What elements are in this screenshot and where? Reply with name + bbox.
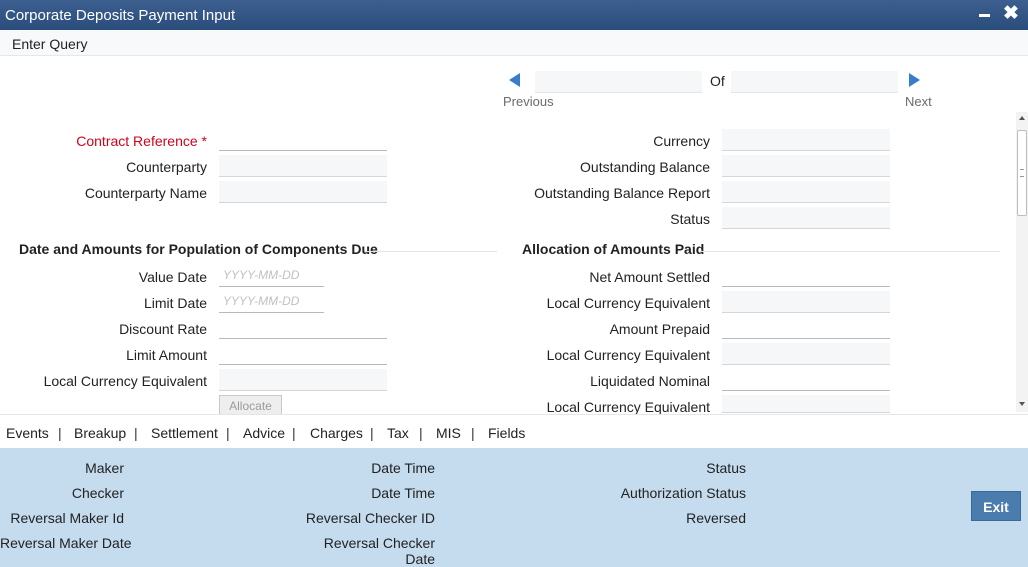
value-date-input[interactable]: YYYY-MM-DD (219, 265, 324, 287)
outstanding-balance-field (722, 155, 890, 177)
limit-amount-input[interactable] (219, 343, 387, 365)
allocation-section-title: Allocation of Amounts Paid (522, 241, 705, 257)
exit-button[interactable]: Exit (971, 491, 1021, 521)
window-titlebar: Corporate Deposits Payment Input ✖ (0, 0, 1028, 30)
counterparty-field (219, 155, 387, 177)
minimize-icon[interactable] (979, 14, 990, 17)
right-arrow-icon[interactable] (909, 73, 920, 87)
net-amount-settled-label: Net Amount Settled (589, 269, 710, 285)
tab-events[interactable]: Events (6, 425, 49, 441)
tab-advice[interactable]: Advice (243, 425, 285, 441)
next-button[interactable]: Next (905, 94, 932, 109)
amount-prepaid-input[interactable] (722, 317, 890, 339)
reversal-maker-date-label: Reversal Maker Date (0, 535, 132, 551)
toolbar: Enter Query (0, 30, 1028, 56)
amount-prepaid-label: Amount Prepaid (609, 321, 710, 337)
limit-date-input[interactable]: YYYY-MM-DD (219, 291, 324, 313)
enter-query-button[interactable]: Enter Query (12, 36, 87, 52)
outstanding-balance-report-label: Outstanding Balance Report (534, 185, 710, 201)
liquidated-nominal-label: Liquidated Nominal (590, 373, 710, 389)
tab-charges[interactable]: Charges (310, 425, 363, 441)
reversal-checker-date-label-line1: Reversal Checker (323, 535, 435, 551)
status-label: Status (670, 211, 710, 227)
counterparty-name-label: Counterparty Name (84, 185, 207, 201)
date-time-1-label: Date Time (371, 460, 435, 476)
tab-settlement[interactable]: Settlement (151, 425, 218, 441)
authorization-status-label: Authorization Status (620, 485, 746, 501)
value-date-label: Value Date (138, 269, 207, 285)
lce-3-field (722, 395, 890, 413)
tab-separator: | (226, 425, 230, 441)
lce-3-label: Local Currency Equivalent (546, 399, 710, 415)
tab-separator: | (134, 425, 138, 441)
tab-mis[interactable]: MIS (436, 425, 461, 441)
liquidated-nominal-input[interactable] (722, 369, 890, 391)
previous-button[interactable]: Previous (503, 94, 554, 109)
required-marker: * (201, 133, 207, 149)
current-record-field[interactable] (535, 71, 702, 93)
contract-reference-label: Contract Reference * (76, 133, 207, 149)
tab-fields[interactable]: Fields (488, 425, 525, 441)
lce-2-field (722, 343, 890, 365)
local-currency-equivalent-field (219, 369, 387, 391)
lce-1-field (722, 291, 890, 313)
tab-tax[interactable]: Tax (387, 425, 409, 441)
discount-rate-input[interactable] (219, 317, 387, 339)
left-arrow-icon[interactable] (509, 73, 520, 87)
close-icon[interactable]: ✖ (1003, 4, 1019, 24)
contract-reference-input[interactable] (219, 129, 387, 151)
nav-of-label: Of (710, 73, 725, 89)
total-records-field[interactable] (731, 71, 898, 93)
status-field (722, 207, 890, 229)
counterparty-label: Counterparty (126, 159, 207, 175)
audit-footer (0, 448, 1028, 567)
outstanding-balance-label: Outstanding Balance (580, 159, 710, 175)
net-amount-settled-input[interactable] (722, 265, 890, 287)
window-title: Corporate Deposits Payment Input (5, 7, 236, 24)
tab-separator: | (292, 425, 296, 441)
limit-amount-label: Limit Amount (126, 347, 207, 363)
limit-date-label: Limit Date (143, 295, 207, 311)
tab-breakup[interactable]: Breakup (74, 425, 126, 441)
vertical-scrollbar[interactable] (1016, 112, 1028, 412)
scroll-down-icon[interactable] (1019, 402, 1025, 406)
tab-separator: | (370, 425, 374, 441)
section-divider-left (365, 251, 497, 252)
tab-separator: | (58, 425, 62, 441)
scroll-thumb[interactable] (1017, 130, 1027, 216)
date-time-2-label: Date Time (371, 485, 435, 501)
currency-field (722, 129, 890, 151)
subsystem-tabs: Events | Breakup | Settlement | Advice |… (0, 414, 1028, 448)
lce-2-label: Local Currency Equivalent (546, 347, 710, 363)
reversed-label: Reversed (686, 510, 746, 526)
counterparty-name-field (219, 181, 387, 203)
reversal-maker-id-label: Reversal Maker Id (10, 510, 124, 526)
reversal-checker-date-label-line2: Date (405, 551, 435, 567)
maker-label: Maker (85, 460, 124, 476)
currency-label: Currency (653, 133, 710, 149)
checker-label: Checker (71, 485, 124, 501)
local-currency-equivalent-label: Local Currency Equivalent (43, 373, 207, 389)
discount-rate-label: Discount Rate (119, 321, 207, 337)
components-due-section-title: Date and Amounts for Population of Compo… (19, 241, 378, 257)
section-divider-right (700, 251, 1000, 252)
footer-status-label: Status (706, 460, 746, 476)
scroll-up-icon[interactable] (1019, 116, 1025, 120)
lce-1-label: Local Currency Equivalent (546, 295, 710, 311)
outstanding-balance-report-field (722, 181, 890, 203)
reversal-checker-id-label: Reversal Checker ID (305, 510, 435, 526)
tab-separator: | (419, 425, 423, 441)
tab-separator: | (471, 425, 475, 441)
